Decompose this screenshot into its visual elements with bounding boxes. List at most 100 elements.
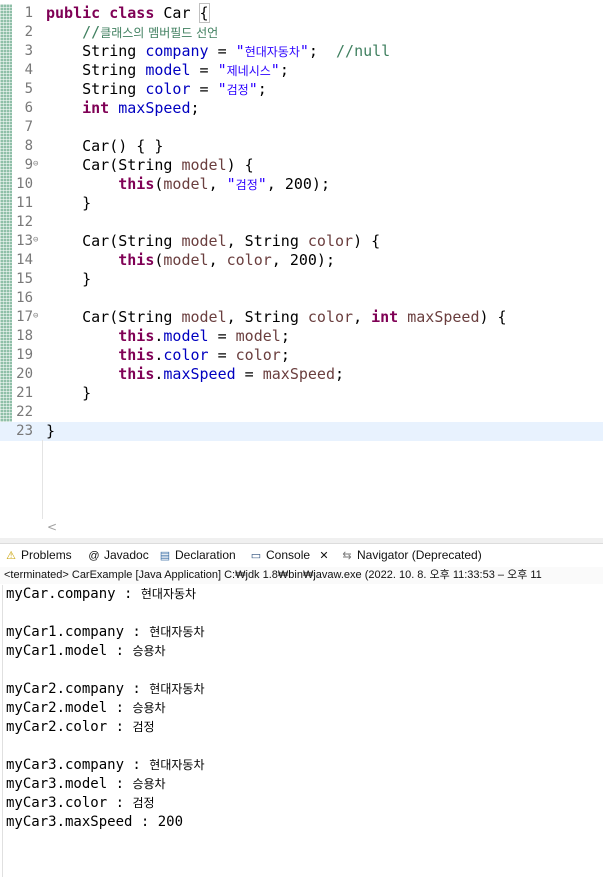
code-text: this.model = model; (46, 327, 290, 346)
problems-icon: ⚠ (6, 550, 16, 562)
code-token: company (145, 42, 209, 60)
code-token: model (163, 327, 209, 345)
console-value: 승용차 (132, 644, 166, 658)
code-line[interactable]: 5 String color = "검정"; (0, 80, 603, 99)
line-number: 19 (16, 347, 33, 363)
tab-label: Javadoc (104, 548, 149, 562)
code-token: 현대자동차 (244, 45, 300, 59)
code-line[interactable]: 11 } (0, 194, 603, 213)
fold-toggle-icon[interactable]: ⊖ (33, 308, 43, 327)
code-token: " (235, 42, 245, 60)
line-number: 3 (24, 43, 33, 59)
console-text: myCar2.color : (6, 719, 133, 735)
code-line[interactable]: 6 int maxSpeed; (0, 99, 603, 118)
code-token: = (190, 61, 218, 79)
declaration-icon: ▤ (159, 550, 171, 562)
code-line[interactable]: 2 //클래스의 멤버필드 선언 (0, 23, 603, 42)
line-number: 10 (16, 176, 33, 192)
console-text: myCar1.model : (6, 643, 133, 659)
code-token: class (109, 4, 155, 22)
code-line[interactable]: 8 Car() { } (0, 137, 603, 156)
code-line[interactable]: 15 } (0, 270, 603, 289)
console-output[interactable]: myCar.company : 현대자동차 myCar1.company : 현대… (2, 585, 603, 877)
code-token: Car() { } (46, 137, 164, 155)
line-number: 6 (24, 100, 33, 116)
console-text: myCar.company : (6, 586, 141, 602)
code-text: } (46, 384, 91, 403)
console-status-line: <terminated> CarExample [Java Applicatio… (0, 567, 603, 584)
code-token: model (145, 61, 191, 79)
code-editor[interactable]: 1 public class Car {2 //클래스의 멤버필드 선언 3 Str… (0, 0, 603, 538)
console-text: myCar2.company : (6, 681, 150, 697)
tab-javadoc[interactable]: @ Javadoc (87, 544, 149, 566)
console-text: myCar2.model : (6, 700, 133, 716)
code-token: ) { (353, 232, 381, 250)
line-number: 5 (24, 81, 33, 97)
code-text: String color = "검정"; (46, 80, 267, 100)
tab-label: Problems (21, 548, 72, 562)
console-text: myCar3.maxSpeed : 200 (6, 814, 184, 830)
code-token: = (190, 80, 218, 98)
code-token: public (46, 4, 101, 22)
code-token: Car (154, 4, 200, 22)
scroll-left-icon[interactable]: < (47, 519, 57, 536)
code-token: int (371, 308, 399, 326)
console-value: 검정 (132, 796, 155, 810)
code-line[interactable]: 12 (0, 213, 603, 232)
console-line: myCar3.company : 현대자동차 (3, 756, 603, 775)
code-line[interactable]: 4 String model = "제네시스"; (0, 61, 603, 80)
code-token: String (46, 80, 146, 98)
code-line[interactable]: 23} (0, 422, 603, 441)
code-token: " (217, 61, 227, 79)
line-number: 23 (16, 423, 33, 439)
console-line: myCar3.color : 검정 (3, 794, 603, 813)
tab-console[interactable]: ▭ Console ✕ (249, 544, 329, 566)
tab-problems[interactable]: ⚠ Problems (4, 544, 72, 566)
code-line[interactable]: 13 ⊖ Car(String model, String color) { (0, 232, 603, 251)
code-line[interactable]: 19 this.color = color; (0, 346, 603, 365)
code-line[interactable]: 3 String company = "현대자동차"; //null (0, 42, 603, 61)
code-line[interactable]: 14 this(model, color, 200); (0, 251, 603, 270)
line-number: 9 (24, 157, 33, 173)
code-line[interactable]: 9 ⊖ Car(String model) { (0, 156, 603, 175)
code-line[interactable]: 21 } (0, 384, 603, 403)
code-token: model (181, 232, 227, 250)
line-number: 8 (24, 138, 33, 154)
code-token: Car(String (46, 308, 182, 326)
code-token: ; (335, 365, 345, 383)
code-line[interactable]: 20 this.maxSpeed = maxSpeed; (0, 365, 603, 384)
code-token: maxSpeed (118, 99, 191, 117)
tab-navigator[interactable]: ⇆ Navigator (Deprecated) (340, 544, 481, 566)
console-line: myCar2.company : 현대자동차 (3, 680, 603, 699)
code-line[interactable]: 1 public class Car { (0, 3, 603, 23)
code-token: , 200); (271, 251, 335, 269)
close-icon[interactable]: ✕ (319, 550, 328, 562)
code-token: model (181, 308, 227, 326)
line-number: 17 (16, 309, 33, 325)
console-line: myCar2.color : 검정 (3, 718, 603, 737)
code-line[interactable]: 18 this.model = model; (0, 327, 603, 346)
horizontal-scrollbar[interactable]: < (42, 519, 603, 536)
fold-toggle-icon[interactable]: ⊖ (33, 156, 43, 175)
code-line[interactable]: 17 ⊖ Car(String model, String color, int … (0, 308, 603, 327)
code-line[interactable]: 22 (0, 403, 603, 422)
code-lines[interactable]: 1 public class Car {2 //클래스의 멤버필드 선언 3 Str… (0, 3, 603, 441)
code-text: } (46, 270, 91, 289)
code-line[interactable]: 16 (0, 289, 603, 308)
code-line[interactable]: 10 this(model, "검정", 200); (0, 175, 603, 194)
code-token: maxSpeed (163, 365, 236, 383)
tab-declaration[interactable]: ▤ Declaration (158, 544, 236, 566)
code-token: model (163, 251, 209, 269)
fold-toggle-icon[interactable]: ⊖ (33, 232, 43, 251)
code-token: , (208, 251, 227, 269)
code-token: this (118, 327, 155, 345)
code-token: = (208, 327, 236, 345)
code-line[interactable]: 7 (0, 118, 603, 137)
code-token: model (181, 156, 227, 174)
code-token: maxSpeed (407, 308, 480, 326)
view-tab-bar: ⚠ Problems @ Javadoc ▤ Declaration ▭ Console… (0, 544, 603, 566)
